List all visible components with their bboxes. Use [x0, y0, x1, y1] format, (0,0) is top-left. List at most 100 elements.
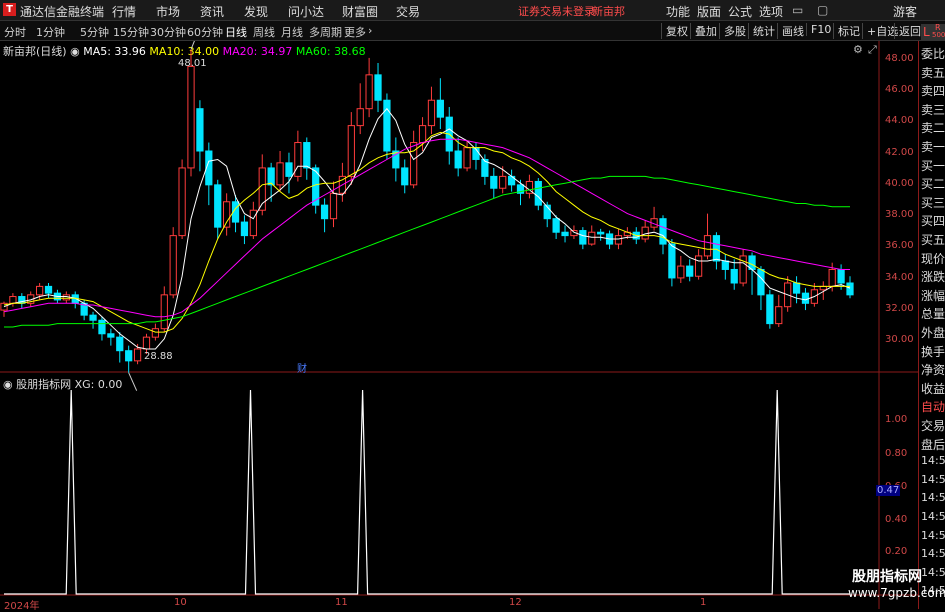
tab-period[interactable]: 周线: [253, 24, 275, 40]
f10-button[interactable]: F10: [806, 23, 831, 36]
sidebar-item: 14:56: [921, 528, 945, 542]
tab-period[interactable]: 15分钟: [113, 24, 149, 40]
sidebar-item: 总量: [921, 307, 945, 322]
menu-item-wealth[interactable]: 财富圈: [342, 3, 378, 20]
menu-item-quotes[interactable]: 行情: [112, 3, 136, 20]
candle-down: [597, 231, 605, 235]
tab-period[interactable]: 5分钟: [80, 24, 109, 40]
adjust-button[interactable]: 复权: [661, 23, 688, 39]
menu-item-news[interactable]: 资讯: [200, 3, 224, 20]
tab-period[interactable]: 60分钟: [187, 24, 223, 40]
menu-item-discover[interactable]: 发现: [244, 3, 268, 20]
candle-up: [614, 235, 623, 245]
candle-up: [499, 175, 507, 189]
menu-item-market[interactable]: 市场: [156, 3, 180, 20]
tab-period-active[interactable]: 日线: [225, 24, 247, 40]
menu-item-ask[interactable]: 问小达: [288, 3, 324, 20]
pointer-line: [190, 41, 195, 50]
tab-period[interactable]: 月线: [281, 24, 303, 40]
candle-down: [712, 235, 721, 262]
candle-up: [828, 268, 836, 287]
sidebar-item: 买三: [921, 195, 945, 210]
price-chart[interactable]: [0, 41, 918, 609]
sidebar-item: 14:56: [921, 472, 945, 486]
candle-up: [427, 99, 436, 127]
price-tick: 36.00: [885, 240, 914, 251]
sidebar-item: 14:56: [921, 491, 945, 505]
sidebar-header[interactable]: L R 500: [921, 23, 945, 41]
candle-down: [846, 282, 854, 296]
menu-item-options[interactable]: 选项: [759, 3, 783, 20]
candle-up: [133, 348, 142, 362]
tab-period[interactable]: 分时: [4, 24, 26, 40]
sidebar-item: 买五: [921, 233, 945, 247]
sidebar-item: 换手: [921, 344, 945, 359]
indicator-current-value: 0.47: [876, 485, 901, 496]
stats-button[interactable]: 统计: [748, 23, 775, 39]
menu-item-formula[interactable]: 公式: [728, 3, 752, 20]
x-tick: 12: [509, 597, 522, 608]
tab-more[interactable]: 更多: [344, 24, 366, 40]
guest-user[interactable]: 游客: [893, 3, 917, 20]
sidebar-item: 买二: [921, 177, 945, 192]
indicator-tick: 0.80: [885, 448, 908, 459]
candle-down: [303, 142, 311, 169]
period-toolbar: 分时 1分钟 5分钟 15分钟 30分钟 60分钟 日线 周线 月线 多周期 更…: [0, 21, 945, 41]
price-tick: 38.00: [885, 209, 914, 220]
app-title: 通达信金融终端: [20, 5, 105, 19]
add-watchlist-button[interactable]: +自选: [862, 23, 898, 39]
tab-period[interactable]: 1分钟: [36, 24, 65, 40]
chevron-right-icon[interactable]: ›: [368, 24, 372, 37]
sidebar-item: 卖三: [921, 102, 945, 117]
candle-down: [534, 180, 542, 206]
sidebar-item: 现价: [921, 251, 945, 266]
watermark-url: www.7gpzb.com: [848, 586, 945, 600]
candle-up: [329, 192, 338, 220]
tab-period[interactable]: 30分钟: [150, 24, 186, 40]
menu-item-layout[interactable]: 版面: [697, 3, 721, 20]
candle-up: [418, 125, 427, 144]
menu-item-trade[interactable]: 交易: [396, 3, 420, 20]
restore-icon[interactable]: ▢: [817, 3, 828, 17]
indicator-tick: 0.20: [885, 546, 908, 557]
x-tick: 2024年: [4, 601, 40, 612]
candle-down: [107, 333, 115, 338]
draw-button[interactable]: 画线: [777, 23, 804, 39]
sidebar-item: 自动: [921, 400, 945, 415]
candle-up: [36, 285, 44, 296]
candle-down: [490, 175, 498, 189]
price-tick: 48.00: [885, 53, 914, 64]
sidebar-item: 卖二: [921, 121, 945, 136]
sidebar-item: 卖五: [921, 65, 945, 80]
sidebar-item: 涨跌: [921, 270, 945, 285]
overlay-button[interactable]: 叠加: [690, 23, 717, 39]
sidebar-item: 委比: [921, 47, 945, 61]
candle-down: [320, 204, 329, 220]
candle-up: [703, 235, 712, 257]
sidebar-item: 14:56: [921, 565, 945, 579]
menu-item-function[interactable]: 功能: [666, 3, 690, 20]
ma60-line: [4, 175, 850, 328]
tab-period[interactable]: 多周期: [309, 24, 342, 40]
multi-stock-button[interactable]: 多股: [719, 23, 746, 39]
candle-down: [125, 350, 133, 362]
price-tick: 30.00: [885, 334, 914, 345]
sidebar-item: 14:56: [921, 510, 945, 523]
candle-down: [374, 74, 382, 101]
candle-down: [801, 292, 810, 304]
price-tick: 32.00: [885, 303, 914, 314]
candle-up: [9, 296, 17, 304]
candle-down: [837, 268, 845, 284]
candle-up: [294, 142, 302, 177]
login-status[interactable]: 证券交易未登录: [518, 3, 595, 19]
back-button[interactable]: 返回: [894, 23, 921, 39]
mark-button[interactable]: 标记: [833, 23, 860, 39]
finance-marker[interactable]: 财: [297, 360, 307, 375]
x-tick: 1: [700, 597, 707, 608]
candle-down: [401, 167, 409, 186]
minimize-icon[interactable]: ▭: [792, 3, 803, 17]
sidebar-item: 涨幅: [921, 288, 945, 303]
sidebar-item: 交易: [921, 419, 945, 433]
candle-up: [775, 306, 783, 325]
ma5-line: [3, 107, 851, 350]
